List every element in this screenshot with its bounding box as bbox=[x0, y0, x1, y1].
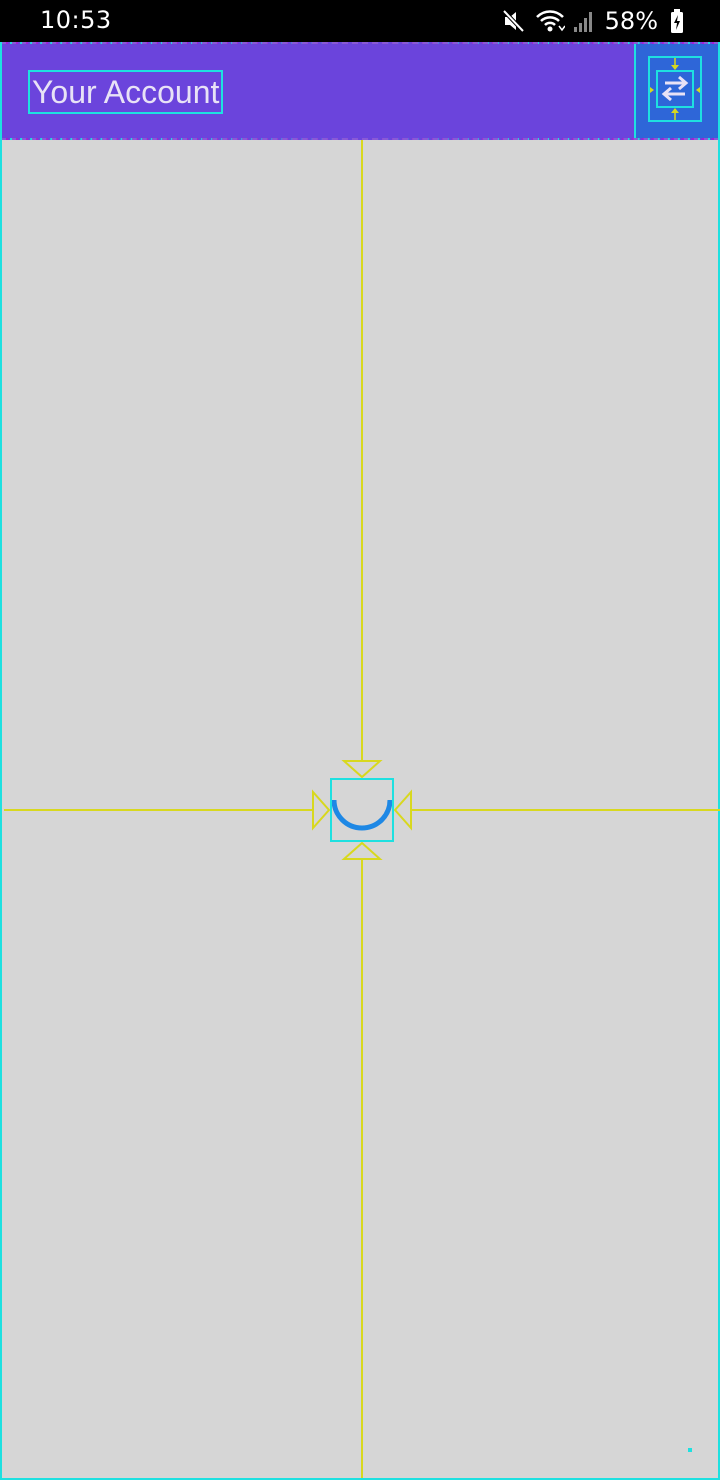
status-time: 10:53 bbox=[40, 6, 112, 34]
battery-percent: 58% bbox=[604, 7, 658, 35]
margin-guide-top bbox=[2, 42, 718, 44]
battery-charging-icon bbox=[670, 8, 684, 34]
screen: 10:53 58% Your Account bbox=[0, 0, 720, 1480]
app-bar: Your Account bbox=[0, 42, 720, 140]
layout-marker-dot bbox=[688, 1448, 692, 1452]
mute-icon bbox=[501, 8, 527, 34]
wifi-icon bbox=[535, 8, 565, 34]
page-title: Your Account bbox=[28, 70, 224, 114]
layout-markers bbox=[650, 58, 700, 120]
loading-spinner-icon bbox=[331, 799, 393, 831]
swap-account-button[interactable] bbox=[648, 56, 702, 122]
app-bar-action-area bbox=[634, 44, 718, 138]
status-bar: 10:53 58% bbox=[0, 0, 720, 42]
loading-spinner bbox=[330, 778, 394, 842]
content-area bbox=[0, 140, 720, 1480]
status-icons: 58% bbox=[501, 6, 684, 36]
signal-icon bbox=[573, 9, 595, 33]
